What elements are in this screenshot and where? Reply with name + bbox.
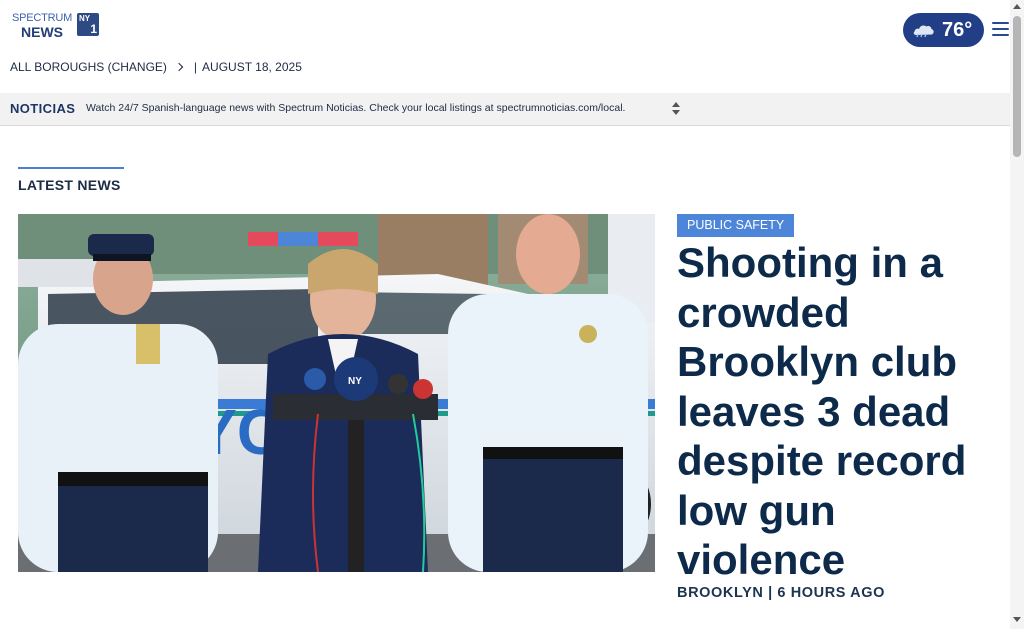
- lead-story-headline[interactable]: Shooting in a crowded Brooklyn club leav…: [677, 238, 977, 585]
- location-bar: ALL BOROUGHS (CHANGE) | AUGUST 18, 2025: [10, 59, 302, 75]
- ny1-badge: NY 1: [77, 13, 99, 36]
- section-accent-rule: [18, 167, 124, 169]
- chevron-right-icon[interactable]: [174, 62, 184, 72]
- press-conference-illustration: NYC NY: [18, 214, 655, 572]
- page-scrollbar[interactable]: [1010, 0, 1024, 629]
- current-date: AUGUST 18, 2025: [202, 60, 302, 74]
- lead-story-photo[interactable]: NYC NY: [18, 214, 655, 572]
- story-byline: BROOKLYN | 6 HOURS AGO: [677, 585, 885, 601]
- hamburger-menu-icon[interactable]: [992, 22, 1009, 36]
- site-header: SPECTRUM NEWS NY 1 76° ALL BOROUGHS (CHA…: [0, 0, 1010, 92]
- nypd-seal-text: NY: [348, 376, 362, 387]
- byline-separator: |: [768, 585, 773, 601]
- scroll-up-arrow-icon[interactable]: [1013, 4, 1021, 9]
- story-time-ago: 6 HOURS AGO: [777, 585, 885, 601]
- story-borough[interactable]: BROOKLYN: [677, 585, 763, 601]
- ticker-scroll-arrows-icon[interactable]: [672, 101, 680, 117]
- scroll-thumb[interactable]: [1013, 16, 1021, 157]
- ticker-label: NOTICIAS: [10, 101, 76, 116]
- logo-top-text: SPECTRUM: [11, 12, 73, 24]
- spectrum-news-ny1-logo[interactable]: SPECTRUM NEWS NY 1: [10, 13, 102, 39]
- category-tag[interactable]: PUBLIC SAFETY: [677, 214, 795, 237]
- logo-badge-number: 1: [90, 22, 97, 36]
- ticker-message[interactable]: Watch 24/7 Spanish-language news with Sp…: [86, 102, 625, 114]
- date-separator: |: [193, 60, 198, 74]
- ticker-down-arrow-icon[interactable]: [672, 110, 680, 115]
- borough-selector[interactable]: ALL BOROUGHS (CHANGE): [10, 60, 167, 74]
- cloud-icon: [913, 25, 934, 38]
- scroll-down-arrow-icon[interactable]: [1013, 617, 1021, 622]
- ticker-up-arrow-icon[interactable]: [672, 102, 680, 107]
- logo-bottom-text: NEWS: [21, 24, 63, 40]
- logo-badge-ny: NY: [79, 14, 91, 23]
- weather-widget[interactable]: 76°: [903, 13, 984, 47]
- weather-temperature: 76°: [942, 19, 973, 41]
- logo-wordmark: SPECTRUM NEWS: [10, 12, 74, 40]
- noticias-ticker: NOTICIAS Watch 24/7 Spanish-language new…: [0, 93, 1010, 126]
- section-title: LATEST NEWS: [18, 177, 121, 193]
